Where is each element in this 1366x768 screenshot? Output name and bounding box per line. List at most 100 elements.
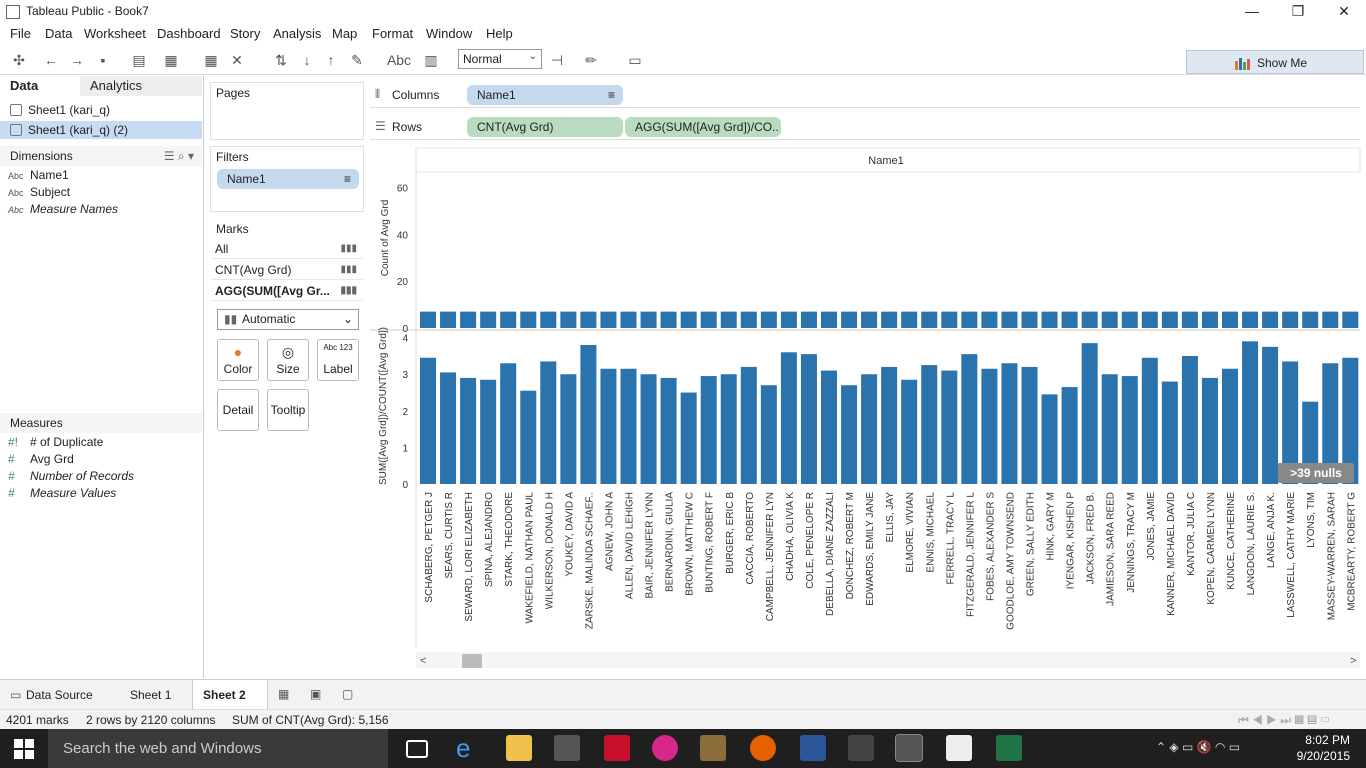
category-label[interactable]: SPINA, ALEJANDRO	[484, 492, 495, 587]
count-bar[interactable]	[821, 311, 837, 328]
category-label[interactable]: IYENGAR, KISHEN P	[1066, 492, 1077, 590]
count-bar[interactable]	[1282, 311, 1299, 328]
avg-grade-bar[interactable]	[480, 379, 497, 484]
taskbar-clock[interactable]: 8:02 PM 9/20/2015	[1297, 732, 1350, 764]
category-label[interactable]: FOBES, ALEXANDER S	[985, 492, 996, 601]
columns-pill-name1[interactable]: Name1 ≡	[467, 85, 623, 105]
count-bar[interactable]	[841, 311, 858, 328]
count-bar[interactable]	[1161, 311, 1178, 328]
category-label[interactable]: ALLEN, DAVID LEHIGH	[625, 492, 636, 599]
field-name1[interactable]: Abc Name1	[8, 167, 69, 183]
avg-grade-bar[interactable]	[861, 374, 878, 484]
category-label[interactable]: BERNARDINI, GIULIA	[665, 492, 676, 592]
count-bar[interactable]	[480, 311, 497, 328]
tooltip-button[interactable]: Tooltip	[267, 389, 309, 431]
avg-grade-bar[interactable]	[420, 357, 436, 484]
menu-map[interactable]: Map	[332, 26, 357, 41]
field-measure-values[interactable]: # Measure Values	[8, 485, 116, 501]
visualization[interactable]: Name1 Count of Avg Grd SUM([Avg Grd])/CO…	[370, 146, 1362, 670]
avg-grade-bar[interactable]	[1242, 341, 1259, 484]
avg-grade-bar[interactable]	[520, 390, 537, 484]
marks-row-all[interactable]: All ▮▮▮	[211, 239, 363, 259]
marks-row-agg[interactable]: AGG(SUM([Avg Gr... ▮▮▮	[211, 281, 363, 301]
category-label[interactable]: ELMORE, VIVIAN	[905, 492, 916, 573]
field-measure-names[interactable]: Abc Measure Names	[8, 201, 118, 217]
count-bar[interactable]	[1201, 311, 1218, 328]
avg-grade-bar[interactable]	[540, 361, 557, 484]
menu-analysis[interactable]: Analysis	[273, 26, 321, 41]
color-button[interactable]: ● Color	[217, 339, 259, 381]
count-bar[interactable]	[1001, 311, 1018, 328]
avg-grade-bar[interactable]	[1141, 357, 1158, 484]
rows-shelf[interactable]: ☰ Rows CNT(Avg Grd) AGG(SUM([Avg Grd])/C…	[370, 114, 1360, 140]
avg-grade-bar[interactable]	[1181, 355, 1198, 484]
datasource-item-selected[interactable]: Sheet1 (kari_q) (2)	[0, 121, 202, 139]
task-view-icon[interactable]	[406, 740, 428, 758]
count-bar[interactable]	[580, 311, 597, 328]
tableau-public-active-icon[interactable]	[895, 734, 923, 762]
avg-grade-bar[interactable]	[941, 370, 958, 484]
acrobat-icon[interactable]	[604, 735, 630, 761]
avg-grade-bar[interactable]	[841, 385, 858, 484]
count-bar[interactable]	[1081, 311, 1098, 328]
file-explorer-icon[interactable]	[506, 735, 532, 761]
fit-dropdown[interactable]: Normal ⌄	[458, 49, 542, 69]
new-story-icon[interactable]: ▢	[342, 687, 353, 701]
avg-grade-bar[interactable]	[921, 365, 938, 484]
field-avg-grd[interactable]: # Avg Grd	[8, 451, 74, 467]
avg-grade-bar[interactable]	[821, 370, 837, 484]
category-label[interactable]: ENNIS, MICHAEL	[925, 492, 936, 573]
count-bar[interactable]	[1342, 311, 1359, 328]
count-bar[interactable]	[440, 311, 457, 328]
menu-story[interactable]: Story	[230, 26, 260, 41]
field-subject[interactable]: Abc Subject	[8, 184, 70, 200]
undo-icon[interactable]: ←	[42, 51, 60, 69]
avg-grade-bar[interactable]	[580, 344, 597, 484]
count-bar[interactable]	[1302, 311, 1319, 328]
detail-button[interactable]: Detail	[217, 389, 259, 431]
avg-grade-bar[interactable]	[1161, 381, 1178, 484]
sort-desc-icon[interactable]: ↑	[322, 51, 340, 69]
category-label[interactable]: KUNCE, CATHERINE	[1226, 492, 1237, 590]
avg-grade-bar[interactable]	[901, 379, 918, 484]
presentation-icon[interactable]: ▭	[626, 51, 644, 69]
close-button[interactable]: ✕	[1321, 0, 1366, 24]
avg-grade-bar[interactable]	[700, 376, 717, 484]
count-bar[interactable]	[720, 311, 737, 328]
category-label[interactable]: LASSWELL, CATHY MARIE	[1286, 492, 1297, 618]
category-label[interactable]: CHADHA, OLIVIA K	[785, 492, 796, 581]
category-label[interactable]: KOPEN, CARMEN LYNN	[1206, 492, 1217, 605]
avg-grade-bar[interactable]	[981, 368, 998, 484]
menu-file[interactable]: File	[10, 26, 31, 41]
label-button[interactable]: Abc 123 Label	[317, 339, 359, 381]
category-label[interactable]: LANGE, ANJA K.	[1266, 492, 1277, 568]
count-bar[interactable]	[600, 311, 617, 328]
count-bar[interactable]	[881, 311, 898, 328]
mail-icon[interactable]	[946, 735, 972, 761]
menu-format[interactable]: Format	[372, 26, 413, 41]
store-icon[interactable]	[554, 735, 580, 761]
avg-grade-bar[interactable]	[1081, 343, 1098, 484]
count-bar[interactable]	[961, 311, 978, 328]
category-label[interactable]: STARK, THEODORE	[504, 492, 515, 587]
tab-sheet-1[interactable]: Sheet 1	[120, 680, 192, 710]
horizontal-scrollbar-thumb[interactable]	[462, 654, 482, 668]
new-worksheet-icon[interactable]: ▦	[162, 51, 180, 69]
category-label[interactable]: EDWARDS, EMILY JANE	[865, 492, 876, 606]
category-label[interactable]: CAMPBELL, JENNIFER LYN	[765, 492, 776, 621]
avg-grade-bar[interactable]	[1041, 394, 1058, 484]
columns-shelf[interactable]: ⫴ Columns Name1 ≡	[370, 82, 1360, 108]
marks-row-cnt[interactable]: CNT(Avg Grd) ▮▮▮	[211, 260, 363, 280]
count-bar[interactable]	[1041, 311, 1058, 328]
category-label[interactable]: KANNER, MICHAEL DAVID	[1166, 492, 1177, 616]
mark-type-dropdown[interactable]: ▮▮ Automatic ⌄	[217, 309, 359, 330]
clear-sheet-icon[interactable]: ✕	[228, 51, 246, 69]
avg-grade-bar[interactable]	[640, 374, 657, 484]
category-label[interactable]: AGNEW, JOHN A	[604, 492, 615, 571]
excel-icon[interactable]	[996, 735, 1022, 761]
category-label[interactable]: FERRELL, TRACY L	[945, 492, 956, 585]
category-label[interactable]: CACCIA, ROBERTO	[745, 492, 756, 585]
count-bar[interactable]	[520, 311, 537, 328]
count-bar[interactable]	[800, 311, 817, 328]
count-bar[interactable]	[941, 311, 958, 328]
